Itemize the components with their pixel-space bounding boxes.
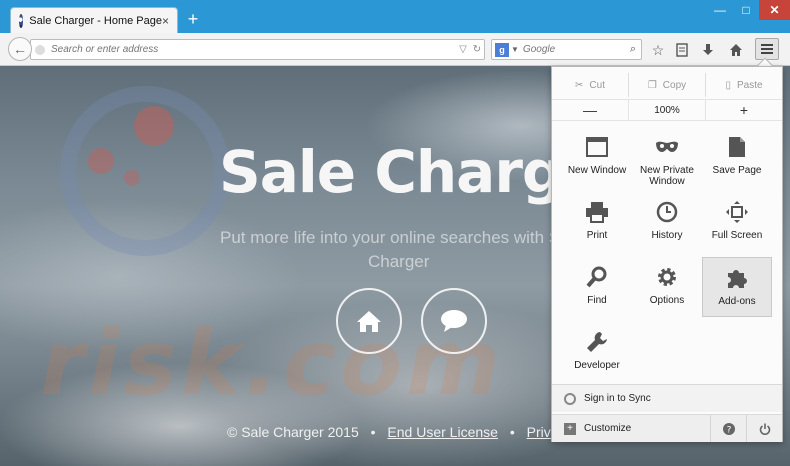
zoom-reset-button[interactable]: 100% [628,100,705,120]
customize-button[interactable]: + Customize [552,415,710,442]
engine-dropdown-icon[interactable]: ▼ [511,45,519,54]
full-screen-button[interactable]: Full Screen [702,192,772,252]
sync-icon [564,392,576,405]
open-menu-button[interactable] [755,38,779,60]
magnifier-watermark-icon [60,86,230,256]
cut-button[interactable]: ✂ Cut [552,73,628,97]
scissors-icon: ✂ [575,79,584,91]
house-icon [357,311,381,332]
reload-icon[interactable]: ↻ [470,44,484,55]
edit-controls: ✂ Cut ❐ Copy ▯ Paste [552,73,782,97]
sign-in-label: Sign in to Sync [584,393,651,404]
copy-icon: ❐ [647,79,657,91]
paste-button[interactable]: ▯ Paste [705,73,782,97]
developer-button[interactable]: Developer [562,322,632,382]
find-button[interactable]: Find [562,257,632,317]
puzzle-icon [725,266,749,290]
footer-bullet: • [370,424,376,440]
svg-text:?: ? [726,425,731,435]
page-icon [725,135,749,159]
clipboard-icon: ▯ [725,79,731,91]
navigation-toolbar: ▽ ↻ ← g ▼ ⌕ ☆ [0,33,790,66]
url-input[interactable] [51,44,456,55]
menu-item-label: New Window [567,165,627,176]
menu-item-label: Options [649,295,685,306]
copy-button[interactable]: ❐ Copy [628,73,705,97]
menu-item-label: Print [586,230,608,241]
zoom-controls: — 100% + [552,99,782,121]
add-ons-button[interactable]: Add-ons [702,257,772,317]
clock-icon [655,200,679,224]
tab-title: Sale Charger - Home Page [29,15,162,27]
menu-item-label: Find [587,295,607,306]
sign-in-to-sync-button[interactable]: Sign in to Sync [552,384,782,412]
help-button[interactable]: ? [710,415,746,442]
new-window-button[interactable]: New Window [562,127,632,187]
zoom-out-button[interactable]: — [552,100,628,120]
page-footer: © Sale Charger 2015 • End User License •… [227,424,607,440]
help-icon: ? [722,422,735,435]
menu-item-label: Save Page [712,165,762,176]
customize-plus-icon: + [564,422,576,435]
back-button[interactable]: ← [8,37,32,61]
firefox-menu-panel: ✂ Cut ❐ Copy ▯ Paste — 100% + New Window… [551,66,783,442]
speech-bubble-icon [441,310,467,332]
magnifier-icon [585,265,609,289]
address-bar[interactable]: ▽ ↻ [30,39,485,60]
options-button[interactable]: Options [632,257,702,317]
tab-sale-charger[interactable]: Sale Charger - Home Page × [10,7,178,34]
customize-label: Customize [584,423,632,434]
tab-close-icon[interactable]: × [162,14,169,28]
power-icon [759,423,770,435]
copyright-text: © Sale Charger 2015 [227,424,359,440]
home-icon[interactable] [728,42,744,58]
menu-item-label: Add-ons [718,296,756,307]
menu-item-label: Full Screen [711,230,763,241]
bookmarks-list-icon[interactable] [674,42,690,58]
site-favicon-icon [19,14,24,28]
cut-label: Cut [589,79,605,91]
history-button[interactable]: History [632,192,702,252]
save-page-button[interactable]: Save Page [702,127,772,187]
close-window-button[interactable]: ✕ [759,0,790,20]
maximize-button[interactable]: □ [733,0,759,20]
bookmark-star-icon[interactable]: ☆ [650,42,666,58]
search-bar[interactable]: g ▼ ⌕ [491,39,642,60]
search-input[interactable] [522,44,625,55]
downloads-icon[interactable] [700,42,716,58]
footer-bullet: • [509,424,515,440]
panel-footer: + Customize ? [552,414,782,442]
fullscreen-icon [725,200,749,224]
new-tab-button[interactable]: + [184,10,202,28]
history-dropdown-icon[interactable]: ▽ [456,44,470,55]
wrench-icon [585,330,609,354]
print-button[interactable]: Print [562,192,632,252]
chat-circle-button[interactable] [421,288,487,354]
window-icon [585,135,609,159]
minimize-button[interactable]: — [707,0,733,20]
quit-button[interactable] [746,415,782,442]
zoom-in-button[interactable]: + [705,100,782,120]
new-private-window-button[interactable]: New Private Window [632,127,702,187]
printer-icon [585,200,609,224]
google-engine-icon[interactable]: g [495,42,509,57]
title-bar: Sale Charger - Home Page × + — □ ✕ [0,0,790,34]
menu-item-label: Developer [574,360,620,371]
home-circle-button[interactable] [336,288,402,354]
search-go-icon[interactable]: ⌕ [625,43,641,56]
identity-icon [35,44,45,55]
subtitle-line-1: Put more life into your online searches … [220,228,561,247]
paste-label: Paste [736,79,763,91]
copy-label: Copy [662,79,687,91]
back-arrow-icon: ← [13,41,27,57]
gear-icon [655,265,679,289]
menu-item-label: New Private Window [640,165,694,187]
eula-link[interactable]: End User License [387,424,498,440]
menu-item-label: History [651,230,683,241]
mask-icon [655,135,679,159]
